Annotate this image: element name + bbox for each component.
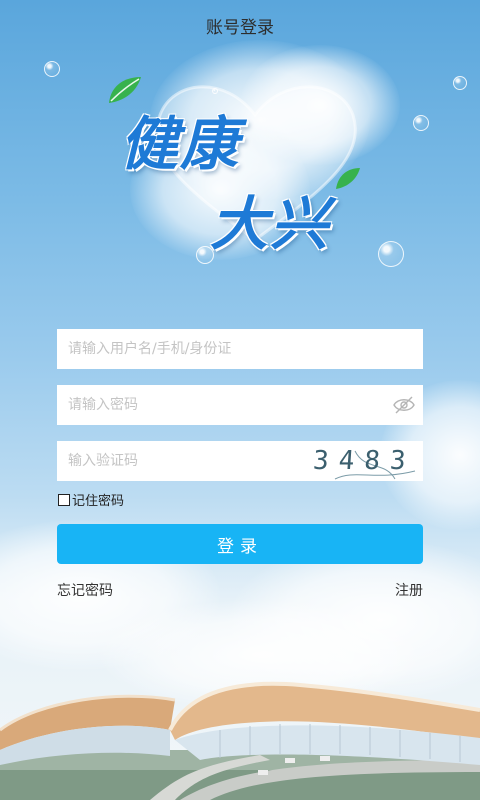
bubble xyxy=(413,115,429,131)
remember-label: 记住密码 xyxy=(72,494,125,509)
bubble xyxy=(453,76,467,90)
username-field xyxy=(57,329,423,369)
remember-password[interactable]: 记住密码 xyxy=(58,490,124,509)
username-input[interactable] xyxy=(57,329,423,369)
eye-off-icon[interactable] xyxy=(393,395,415,415)
logo-text-line2: 大兴 xyxy=(210,190,331,258)
leaf-icon xyxy=(336,168,360,189)
captcha-image[interactable]: 3483 xyxy=(305,441,423,481)
page-title: 账号登录 xyxy=(206,17,274,38)
bubble xyxy=(44,61,60,77)
app-logo: 健康 大兴 xyxy=(95,65,395,265)
password-field xyxy=(57,385,423,425)
register-link[interactable]: 注册 xyxy=(395,580,423,600)
login-screen: 账号登录 健康 大兴 请输入用户名/手机/身份证 输入验证码 3483 记住密码… xyxy=(0,0,480,800)
captcha-field: 3483 xyxy=(57,441,423,481)
forgot-password-link[interactable]: 忘记密码 xyxy=(57,580,113,600)
airport-building-illustration xyxy=(0,681,480,800)
password-input[interactable] xyxy=(57,385,423,425)
logo-text-line1: 健康 xyxy=(120,110,241,178)
captcha-code: 3483 xyxy=(311,446,417,476)
title-bar: 账号登录 xyxy=(0,0,480,50)
remember-checkbox[interactable] xyxy=(58,493,70,506)
login-button[interactable]: 登录 xyxy=(57,524,423,564)
